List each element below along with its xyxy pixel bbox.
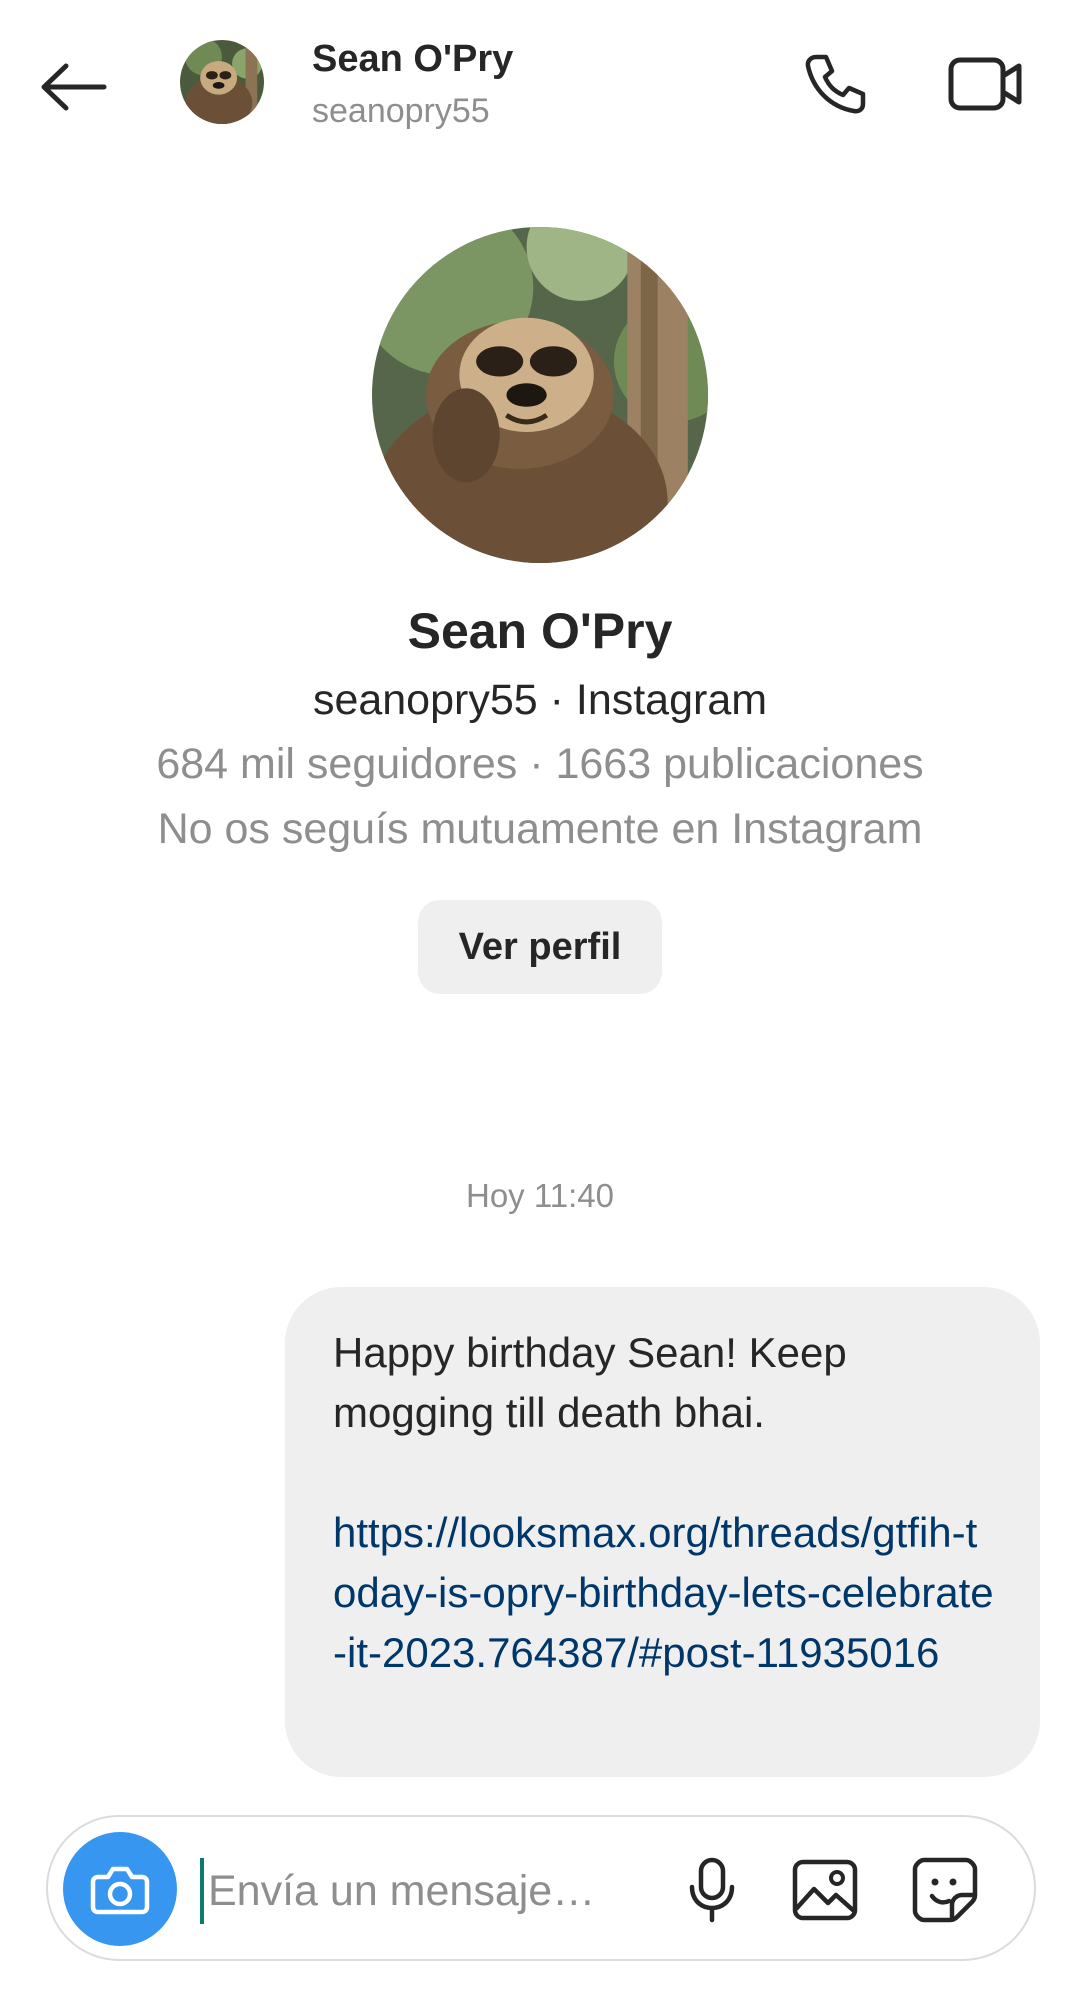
sent-message-bubble[interactable]: Happy birthday Sean! Keep mogging till d…: [285, 1287, 1040, 1777]
profile-mutual-status: No os seguís mutuamente en Instagram: [157, 805, 923, 853]
message-input[interactable]: [200, 1858, 648, 1924]
image-gallery-icon: [792, 1859, 858, 1921]
back-button[interactable]: [38, 52, 128, 122]
sticker-icon: [912, 1857, 978, 1923]
header-avatar[interactable]: [180, 40, 264, 124]
view-profile-button[interactable]: Ver perfil: [418, 900, 662, 994]
sticker-button[interactable]: [905, 1850, 985, 1930]
profile-name: Sean O'Pry: [407, 603, 673, 659]
camera-icon: [90, 1866, 150, 1915]
phone-icon: [805, 54, 866, 114]
voice-message-button[interactable]: [672, 1850, 752, 1930]
header-contact-username[interactable]: seanopry55: [312, 92, 490, 131]
message-text: Happy birthday Sean! Keep mogging till d…: [333, 1329, 847, 1436]
sloth-profile-image: [372, 227, 708, 563]
message-link[interactable]: https://looksmax.org/threads/gtfih-today…: [333, 1503, 1000, 1683]
gallery-button[interactable]: [785, 1850, 865, 1930]
header-contact-name[interactable]: Sean O'Pry: [312, 38, 513, 81]
camera-button[interactable]: [63, 1832, 177, 1946]
profile-stats: 684 mil seguidores · 1663 publicaciones: [156, 740, 924, 788]
profile-username-platform: seanopry55 · Instagram: [312, 676, 768, 724]
audio-call-button[interactable]: [795, 44, 875, 124]
sloth-avatar-image: [180, 40, 264, 124]
profile-photo[interactable]: [372, 227, 708, 563]
microphone-icon: [689, 1857, 735, 1923]
video-call-button[interactable]: [940, 44, 1030, 124]
back-arrow-icon: [41, 63, 107, 111]
message-timestamp: Hoy 11:40: [466, 1177, 614, 1214]
video-camera-icon: [948, 57, 1022, 111]
